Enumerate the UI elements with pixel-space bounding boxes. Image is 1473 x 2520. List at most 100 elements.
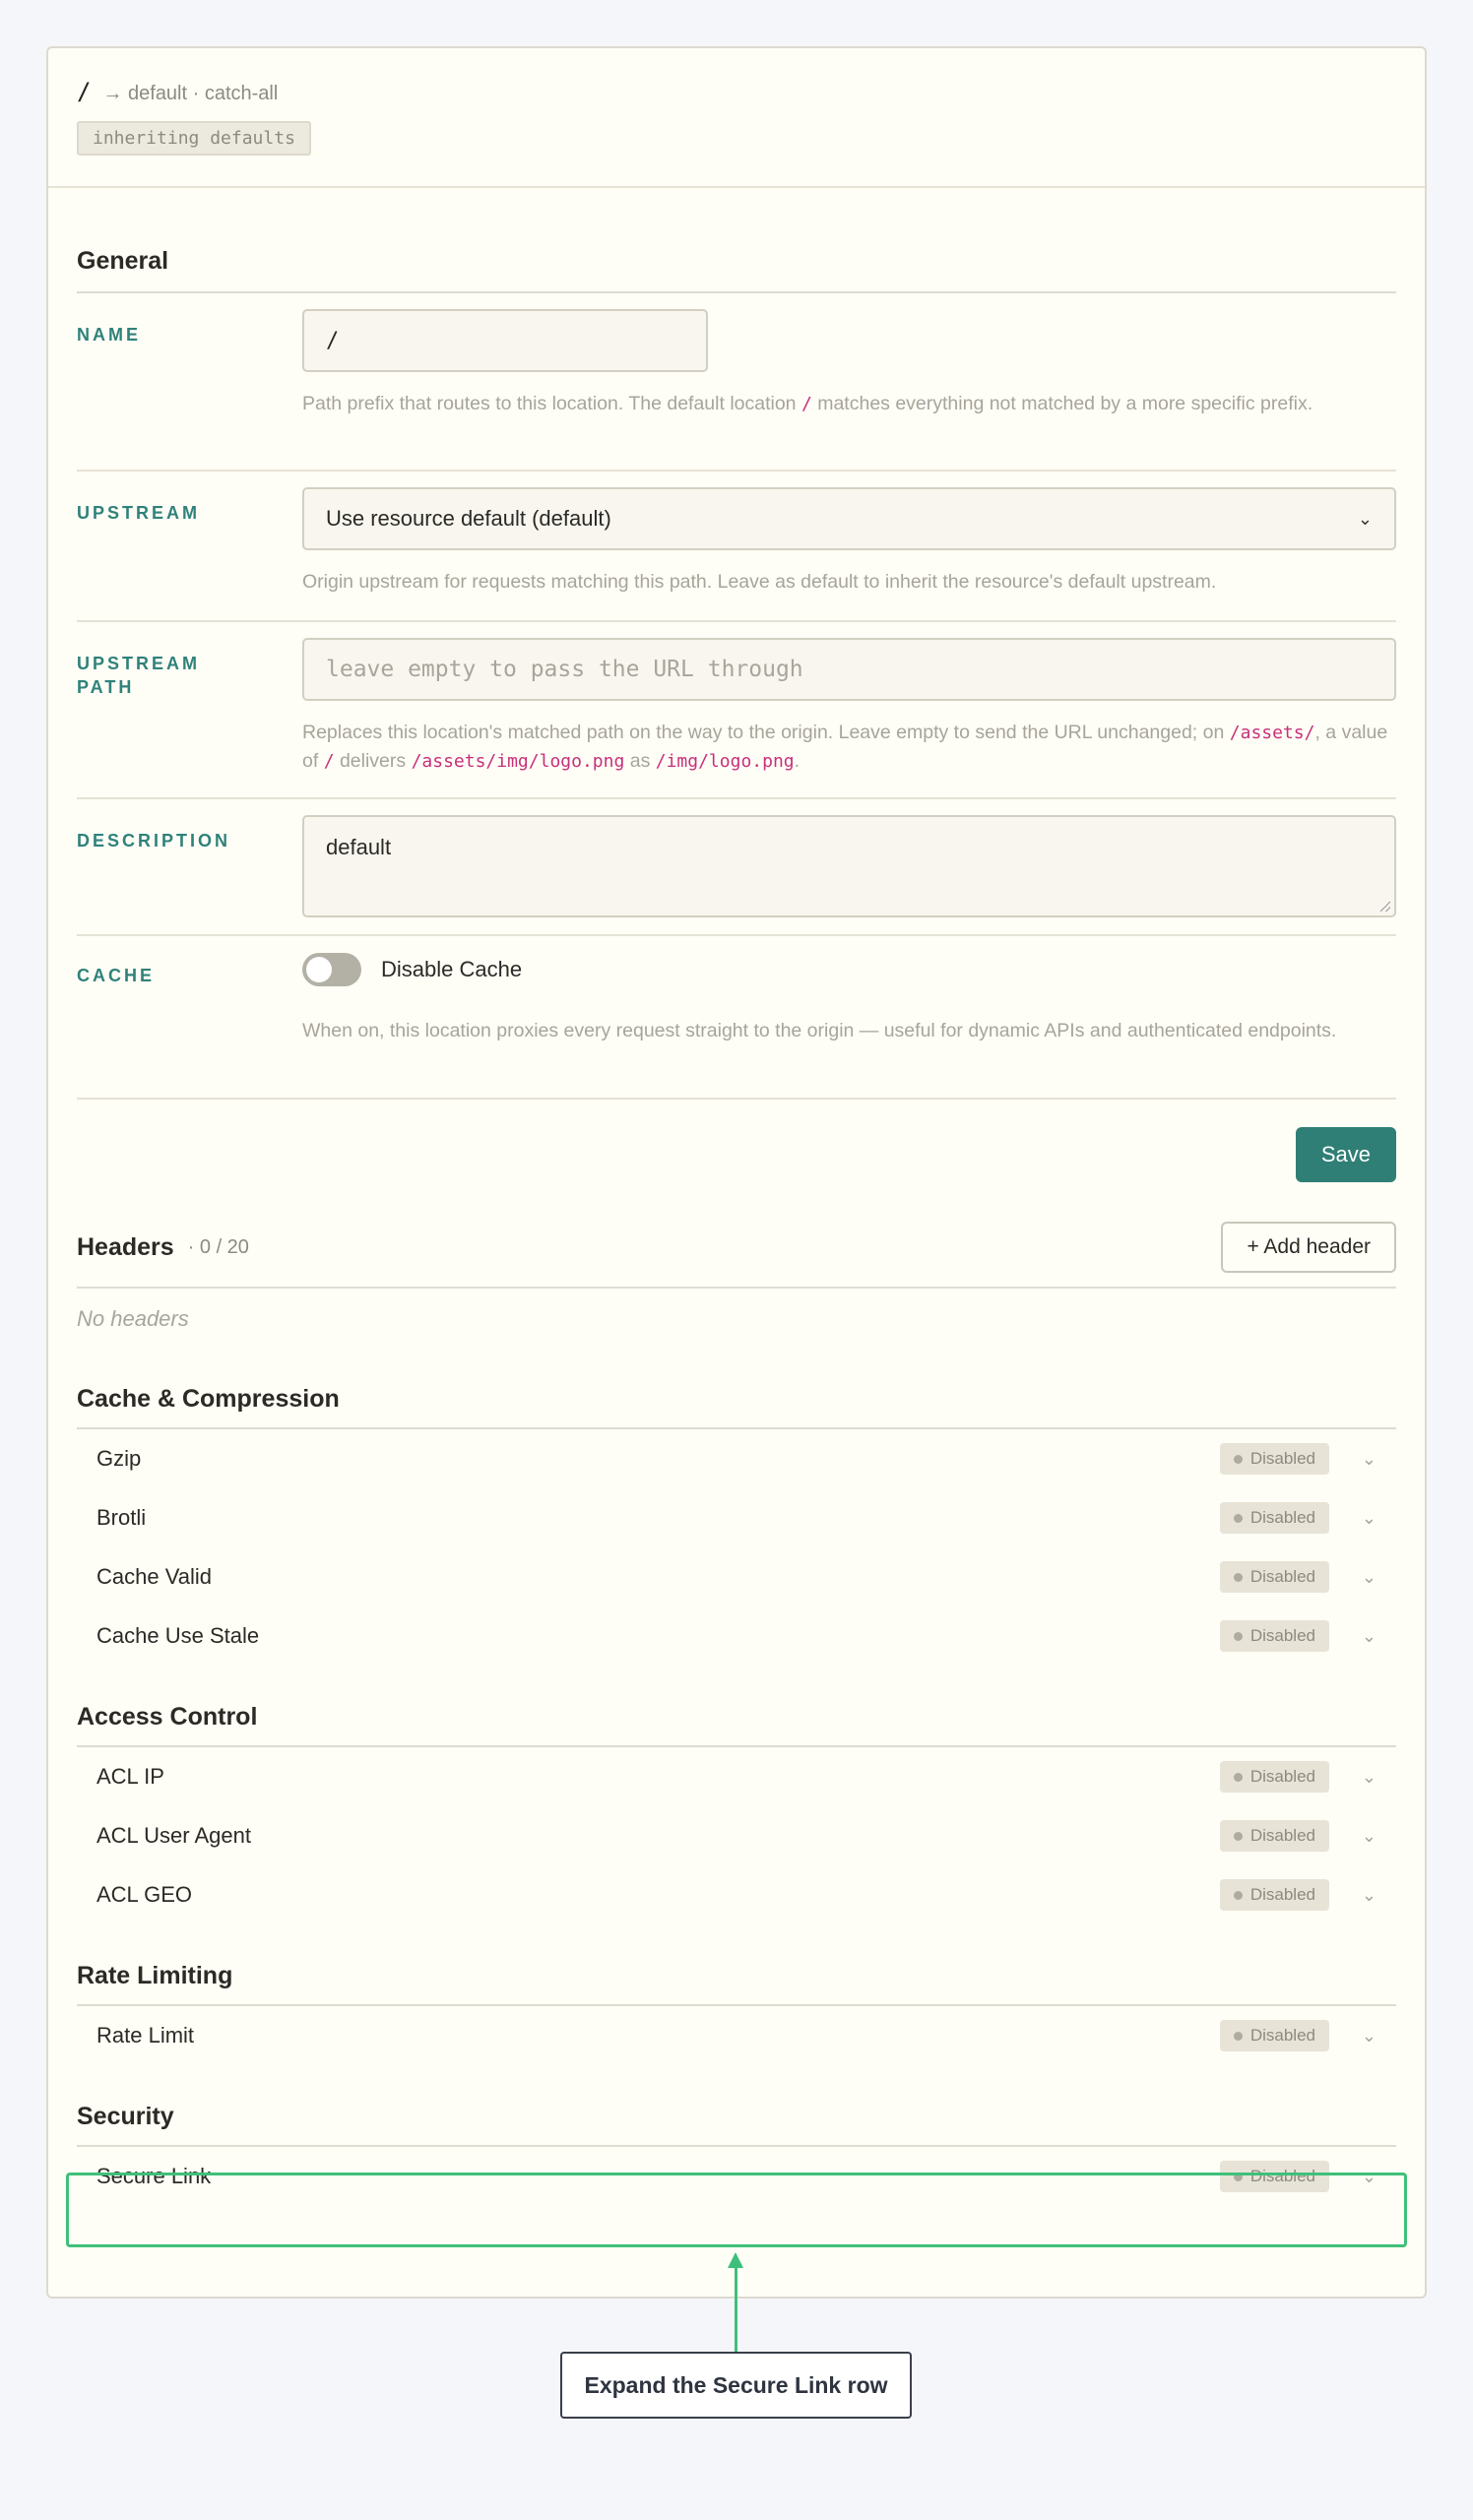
feature-name: Gzip [96,1446,142,1471]
name-input[interactable]: / [302,309,708,372]
status-text: Disabled [1249,2167,1315,2185]
status-text: Disabled [1249,1767,1315,1786]
cache-row: CACHE Disable Cache When on, this locati… [77,936,1396,1100]
feature-name: Secure Link [96,2164,212,2188]
chevron-down-icon[interactable]: ⌄ [1329,1885,1377,1906]
resize-grip-icon[interactable] [1378,900,1390,912]
general-section-title: General [77,188,1396,293]
feature-name: Cache Use Stale [96,1623,260,1648]
status-badge: Disabled [1219,1443,1329,1475]
cache-label: CACHE [77,966,156,985]
headers-bar: Headers · 0 / 20 + Add header [77,1222,1396,1289]
feature-row-cache-valid[interactable]: Cache Valid Disabled ⌄ [77,1547,1396,1606]
status-dot-icon [1233,1513,1243,1523]
status-text: Disabled [1249,1508,1315,1527]
status-text: Disabled [1249,1826,1315,1845]
status-dot-icon [1233,1454,1243,1464]
add-header-button[interactable]: + Add header [1221,1222,1396,1273]
no-headers-text: No headers [77,1306,189,1331]
upstream-select[interactable]: Use resource default (default) ⌄ [302,487,1396,550]
description-textarea[interactable]: default [302,815,1396,917]
chevron-down-icon[interactable]: ⌄ [1329,2167,1377,2187]
status-badge: Disabled [1219,1761,1329,1793]
headers-count: · 0 / 20 [187,1235,249,1258]
status-badge: Disabled [1219,1820,1329,1852]
breadcrumb: / → default · catch-all [77,78,1396,109]
status-dot-icon [1233,1572,1243,1582]
feature-name: ACL GEO [96,1882,192,1907]
status-text: Disabled [1249,1885,1315,1904]
arrow-line [735,2264,737,2355]
status-badge: Disabled [1219,1561,1329,1593]
status-text: Disabled [1249,1449,1315,1468]
status-badge: Disabled [1219,1879,1329,1911]
feature-groups: Cache & Compression Gzip Disabled ⌄ Brotli Di… [77,1385,1396,2206]
upstream-path-placeholder: leave empty to pass the URL through [326,657,803,682]
feature-name: Brotli [96,1505,147,1530]
feature-row-cache-use-stale[interactable]: Cache Use Stale Disabled ⌄ [77,1606,1396,1666]
status-text: Disabled [1249,1626,1315,1645]
upstream-row: UPSTREAM Use resource default (default) … [77,472,1396,622]
status-dot-icon [1233,2172,1243,2181]
chevron-down-icon[interactable]: ⌄ [1329,2026,1377,2047]
description-value: default [326,835,392,859]
status-dot-icon [1233,1631,1243,1641]
upstream-label: UPSTREAM [77,503,201,523]
group-title: Rate Limiting [77,1962,1396,2006]
name-help: Path prefix that routes to this location… [302,393,1313,414]
feature-name: ACL IP [96,1764,164,1789]
group-title: Security [77,2103,1396,2147]
status-badge: Disabled [1219,2161,1329,2192]
chevron-down-icon[interactable]: ⌄ [1329,1767,1377,1788]
status-dot-icon [1233,1890,1243,1900]
feature-name: ACL User Agent [96,1823,251,1848]
location-path: / [77,78,92,105]
chevron-down-icon[interactable]: ⌄ [1329,1449,1377,1470]
feature-row-gzip[interactable]: Gzip Disabled ⌄ [77,1429,1396,1488]
disable-cache-toggle[interactable] [302,953,361,986]
description-row: DESCRIPTION default [77,799,1396,936]
status-badge: Disabled [1219,2020,1329,2051]
name-label: NAME [77,325,141,345]
chevron-down-icon[interactable]: ⌄ [1329,1826,1377,1847]
upstream-path-row: UPSTREAM PATH leave empty to pass the UR… [77,622,1396,799]
feature-row-acl-ip[interactable]: ACL IP Disabled ⌄ [77,1747,1396,1806]
group-title: Cache & Compression [77,1385,1396,1429]
cache-toggle-line: Disable Cache [302,952,1396,987]
status-text: Disabled [1249,2026,1315,2045]
upstream-selected: Use resource default (default) [326,506,611,531]
name-row: NAME / Path prefix that routes to this l… [77,293,1396,472]
instruction-callout: Expand the Secure Link row [560,2352,912,2419]
headers-title: Headers [77,1232,174,1261]
group-title: Access Control [77,1703,1396,1747]
feature-row-brotli[interactable]: Brotli Disabled ⌄ [77,1488,1396,1547]
chevron-down-icon: ⌄ [1357,508,1373,529]
upstream-path-help: Replaces this location's matched path on… [302,722,1388,772]
feature-name: Rate Limit [96,2023,195,2048]
name-value: / [326,328,340,353]
feature-name: Cache Valid [96,1564,212,1589]
feature-row-acl-geo[interactable]: ACL GEO Disabled ⌄ [77,1865,1396,1924]
upstream-path-label: UPSTREAM PATH [77,654,201,697]
inherit-badge: inheriting defaults [77,121,311,156]
save-row: Save [77,1100,1396,1182]
location-panel: / → default · catch-all inheriting defau… [46,46,1427,2299]
status-dot-icon [1233,2031,1243,2041]
cache-help: When on, this location proxies every req… [302,1020,1337,1041]
save-button[interactable]: Save [1295,1127,1396,1182]
location-content: General NAME / Path prefix that routes t… [48,188,1425,2206]
feature-row-acl-user-agent[interactable]: ACL User Agent Disabled ⌄ [77,1806,1396,1865]
upstream-help: Origin upstream for requests matching th… [302,571,1217,593]
chevron-down-icon[interactable]: ⌄ [1329,1567,1377,1588]
route-text: → default · catch-all [102,83,279,104]
status-badge: Disabled [1219,1502,1329,1534]
location-header: / → default · catch-all inheriting defau… [48,48,1425,188]
feature-row-secure-link[interactable]: Secure Link Disabled ⌄ [77,2147,1396,2206]
upstream-path-input[interactable]: leave empty to pass the URL through [302,638,1396,701]
status-dot-icon [1233,1772,1243,1782]
status-badge: Disabled [1219,1620,1329,1652]
chevron-down-icon[interactable]: ⌄ [1329,1626,1377,1647]
feature-row-rate-limit[interactable]: Rate Limit Disabled ⌄ [77,2006,1396,2065]
chevron-down-icon[interactable]: ⌄ [1329,1508,1377,1529]
description-label: DESCRIPTION [77,831,231,850]
